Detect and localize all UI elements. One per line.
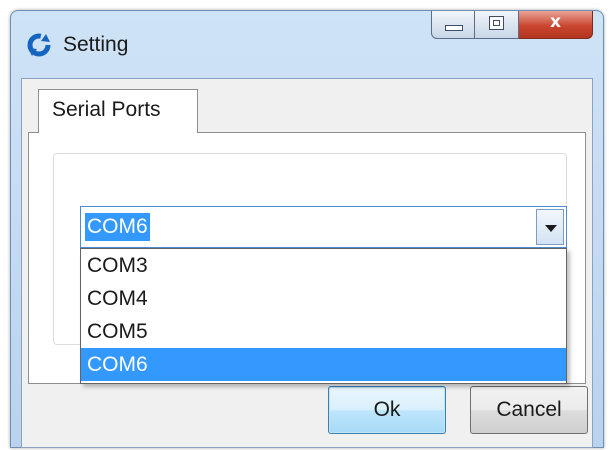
setting-window: Setting x Serial Ports COM6 COM3 COM4 CO…: [10, 10, 604, 448]
maximize-button[interactable]: [475, 11, 519, 39]
chevron-down-icon: [545, 225, 557, 232]
close-icon: x: [550, 12, 561, 32]
dropdown-option-com5[interactable]: COM5: [81, 315, 566, 348]
dropdown-option-com6[interactable]: COM6: [81, 348, 566, 381]
combobox-dropdown-button[interactable]: [536, 209, 564, 245]
serial-port-combobox[interactable]: COM6: [80, 206, 567, 248]
serial-port-dropdown-list: COM3 COM4 COM5 COM6: [80, 248, 567, 384]
close-button[interactable]: x: [519, 11, 593, 39]
window-title: Setting: [63, 33, 129, 56]
ok-button[interactable]: Ok: [328, 386, 446, 434]
minimize-icon: [445, 25, 463, 31]
title-bar[interactable]: Setting x: [11, 11, 603, 67]
combobox-selected-value[interactable]: COM6: [85, 213, 150, 241]
minimize-button[interactable]: [431, 11, 475, 39]
dropdown-option-com3[interactable]: COM3: [81, 249, 566, 282]
maximize-icon: [489, 16, 504, 30]
dropdown-option-com4[interactable]: COM4: [81, 282, 566, 315]
cancel-button[interactable]: Cancel: [470, 386, 588, 434]
refresh-icon: [27, 33, 51, 57]
tab-serial-ports[interactable]: Serial Ports: [38, 89, 198, 133]
dialog-client-area: Serial Ports COM6 COM3 COM4 COM5 COM6 Ok…: [21, 78, 593, 448]
